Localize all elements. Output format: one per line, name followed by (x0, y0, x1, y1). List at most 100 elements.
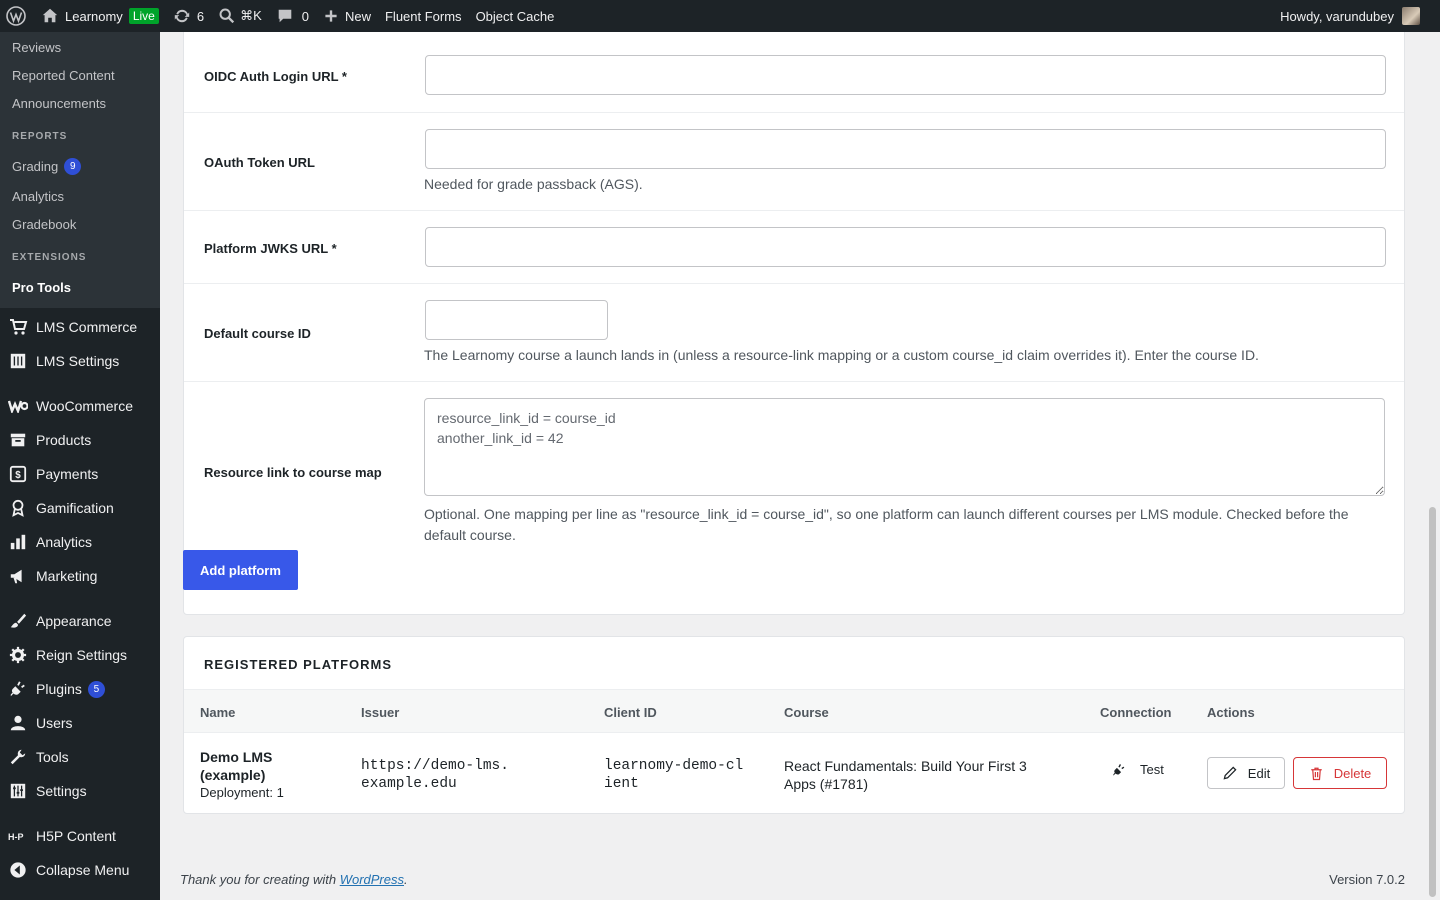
col-name: Name (200, 705, 236, 720)
howdy-text: Howdy, varundubey (1280, 8, 1394, 24)
grading-label: Grading (12, 159, 59, 174)
map-label: Resource link to course map (204, 465, 382, 480)
menu-settings[interactable]: Settings (0, 774, 160, 808)
menu-marketing[interactable]: Marketing (0, 559, 160, 593)
h5p-icon: H-P (8, 826, 28, 846)
svg-text:$: $ (15, 470, 21, 481)
menu-products[interactable]: Products (0, 423, 160, 457)
new-content-link[interactable]: New (316, 0, 378, 32)
wordpress-logo-icon[interactable] (0, 0, 34, 32)
menu-plugins-label: Plugins (36, 681, 82, 697)
menu-appearance-label: Appearance (36, 613, 112, 629)
comment-icon (278, 9, 292, 23)
settings-sliders-icon (8, 781, 28, 801)
add-platform-button[interactable]: Add platform (183, 550, 298, 590)
submenu-item-reported-content[interactable]: Reported Content (0, 61, 160, 89)
course-help: The Learnomy course a launch lands in (u… (424, 347, 1259, 363)
menu-reign-settings[interactable]: Reign Settings (0, 638, 160, 672)
menu-payments[interactable]: $ Payments (0, 457, 160, 491)
search-shortcut: ⌘K (240, 8, 262, 23)
col-client-id: Client ID (604, 705, 657, 720)
page-scrollbar[interactable] (1425, 32, 1440, 900)
menu-gamification-label: Gamification (36, 500, 114, 516)
menu-plugins[interactable]: Plugins 5 (0, 672, 160, 706)
collapse-menu-label: Collapse Menu (36, 862, 130, 878)
search-icon (219, 8, 235, 24)
bar-chart-icon (8, 532, 28, 552)
submenu-item-grading[interactable]: Grading 9 (0, 151, 160, 182)
site-name-link[interactable]: Learnomy Live (34, 0, 166, 32)
avatar (1402, 7, 1420, 25)
default-course-id-input[interactable] (425, 300, 608, 340)
wordpress-link[interactable]: WordPress (340, 872, 404, 887)
main-content: OIDC Auth Login URL * OAuth Token URL Ne… (160, 12, 1440, 900)
platform-issuer: https://demo-lms.example.edu (361, 758, 509, 792)
menu-users-label: Users (36, 715, 73, 731)
pencil-icon (1223, 766, 1237, 780)
object-cache-link[interactable]: Object Cache (469, 0, 562, 32)
cart-icon (8, 317, 28, 337)
edit-label: Edit (1247, 765, 1271, 781)
comments-link[interactable]: 0 (269, 0, 316, 32)
oauth-help: Needed for grade passback (AGS). (424, 176, 643, 192)
trash-icon (1310, 767, 1322, 780)
menu-gamification[interactable]: Gamification (0, 491, 160, 525)
menu-tools[interactable]: Tools (0, 740, 160, 774)
submenu-item-analytics[interactable]: Analytics (0, 182, 160, 210)
menu-h5p-content[interactable]: H-P H5P Content (0, 819, 160, 853)
submenu-item-reviews[interactable]: Reviews (0, 33, 160, 61)
delete-label: Delete (1333, 765, 1372, 781)
menu-tools-label: Tools (36, 749, 69, 765)
fluent-forms-link[interactable]: Fluent Forms (378, 0, 469, 32)
account-menu[interactable]: Howdy, varundubey (1280, 7, 1440, 25)
menu-lms-commerce[interactable]: LMS Commerce (0, 310, 160, 344)
test-connection-button[interactable]: Test (1112, 762, 1164, 777)
menu-analytics-label: Analytics (36, 534, 93, 550)
oidc-auth-login-url-input[interactable] (425, 55, 1386, 95)
menu-woocommerce-label: WooCommerce (36, 398, 133, 414)
gear-icon (8, 645, 28, 665)
menu-products-label: Products (36, 432, 92, 448)
col-connection: Connection (1100, 705, 1172, 720)
extensions-heading: EXTENSIONS (12, 252, 87, 263)
registered-platforms-card: REGISTERED PLATFORMS Name Issuer Client … (183, 636, 1405, 814)
oauth-token-url-input[interactable] (425, 129, 1386, 169)
platforms-table: Name Issuer Client ID Course Connection … (184, 689, 1404, 813)
menu-lms-settings[interactable]: LMS Settings (0, 344, 160, 378)
edit-platform-button[interactable]: Edit (1207, 757, 1285, 789)
woocommerce-icon (8, 396, 28, 416)
search-link[interactable]: ⌘K (211, 0, 269, 32)
megaphone-icon (8, 566, 28, 586)
menu-appearance[interactable]: Appearance (0, 604, 160, 638)
collapse-menu-button[interactable]: Collapse Menu (0, 853, 160, 887)
menu-marketing-label: Marketing (36, 568, 98, 584)
resource-link-map-textarea[interactable] (424, 398, 1385, 496)
updates-link[interactable]: 6 (166, 0, 211, 32)
reports-heading: REPORTS (12, 131, 68, 142)
platform-client-id: learnomy-demo-client (604, 758, 744, 792)
map-help: Optional. One mapping per line as "resou… (424, 506, 1349, 543)
plugins-badge: 5 (87, 680, 105, 698)
submenu-item-pro-tools[interactable]: Pro Tools (0, 272, 160, 302)
menu-lms-settings-label: LMS Settings (36, 353, 120, 369)
field-row-jwks: Platform JWKS URL * (184, 211, 1404, 284)
menu-payments-label: Payments (36, 466, 99, 482)
delete-platform-button[interactable]: Delete (1293, 757, 1387, 789)
course-label: Default course ID (204, 326, 311, 341)
collapse-icon (8, 860, 28, 880)
menu-woocommerce[interactable]: WooCommerce (0, 389, 160, 423)
field-row-map: Resource link to course map Optional. On… (184, 382, 1404, 612)
footer-thanks-suffix: . (404, 872, 408, 887)
platform-jwks-url-input[interactable] (425, 227, 1386, 267)
menu-users[interactable]: Users (0, 706, 160, 740)
menu-reign-settings-label: Reign Settings (36, 647, 128, 663)
new-label: New (344, 8, 371, 24)
admin-bar: Learnomy Live 6 ⌘K 0 New Fluent Forms Ob… (0, 0, 1440, 32)
field-row-course: Default course ID The Learnomy course a … (184, 284, 1404, 382)
submenu-item-gradebook[interactable]: Gradebook (0, 210, 160, 238)
submenu-item-announcements[interactable]: Announcements (0, 89, 160, 117)
user-icon (8, 713, 28, 733)
menu-analytics[interactable]: Analytics (0, 525, 160, 559)
scrollbar-thumb[interactable] (1429, 507, 1436, 897)
platform-name: Demo LMS (example) (200, 749, 273, 783)
